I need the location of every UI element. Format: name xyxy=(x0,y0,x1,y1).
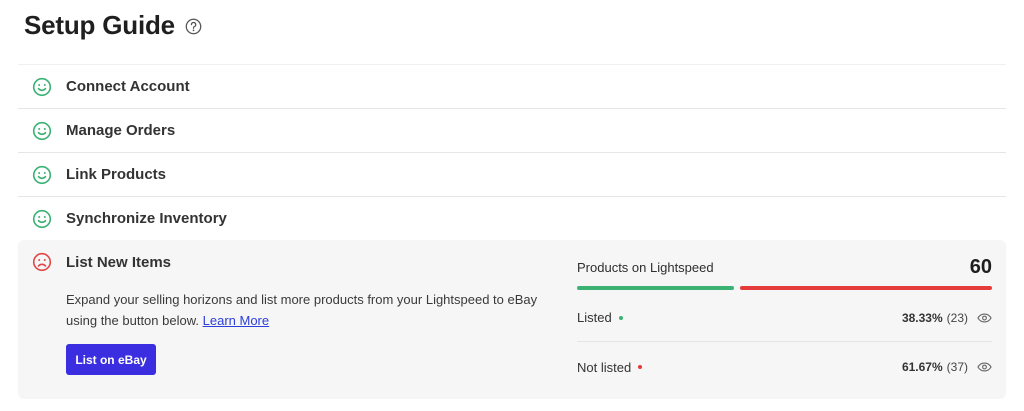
listed-progress-bar xyxy=(577,286,734,290)
list-on-ebay-button[interactable]: List on eBay xyxy=(66,344,156,375)
smile-face-icon xyxy=(32,165,52,184)
setup-steps-list: Connect Account Manage Orders Link Produ… xyxy=(18,64,1006,240)
stats-header: Products on Lightspeed 60 xyxy=(577,256,992,279)
smile-face-icon xyxy=(32,209,52,228)
page-title: Setup Guide xyxy=(24,9,175,40)
step-list-new-items-panel: List New Items Expand your selling horiz… xyxy=(18,240,1006,399)
stat-percent: 61.67% xyxy=(901,360,943,374)
learn-more-link[interactable]: Learn More xyxy=(203,313,269,328)
step-manage-orders[interactable]: Manage Orders xyxy=(18,108,1006,152)
step-label: Manage Orders xyxy=(66,122,176,139)
step-description: Expand your selling horizons and list mo… xyxy=(66,289,546,331)
step-connect-account[interactable]: Connect Account xyxy=(18,64,1006,108)
step-label: Link Products xyxy=(66,166,167,183)
step-link-products[interactable]: Link Products xyxy=(18,152,1006,196)
step-label: List New Items xyxy=(66,253,172,271)
step-label: Synchronize Inventory xyxy=(66,210,227,227)
stat-label: Listed xyxy=(577,310,612,325)
stat-label: Not listed xyxy=(577,359,632,375)
not-listed-progress-bar xyxy=(740,286,992,290)
stats-title: Products on Lightspeed xyxy=(577,260,714,275)
step-label: Connect Account xyxy=(66,78,190,95)
stat-row-not-listed: Not listed 61.67% (37) xyxy=(577,343,992,391)
description-text: Expand your selling horizons and list mo… xyxy=(66,292,538,328)
step-synchronize-inventory[interactable]: Synchronize Inventory xyxy=(18,196,1006,240)
stats-total: 60 xyxy=(969,256,992,278)
step-list-new-items[interactable]: List New Items xyxy=(18,252,171,272)
listed-status-dot xyxy=(618,315,623,320)
eye-icon[interactable] xyxy=(977,312,992,323)
stat-count: (37) xyxy=(946,360,968,374)
frown-face-icon xyxy=(32,252,52,272)
smile-face-icon xyxy=(32,77,52,96)
eye-icon[interactable] xyxy=(977,362,992,372)
not-listed-status-dot xyxy=(638,365,643,369)
stat-count: (23) xyxy=(946,310,968,325)
products-stats: Products on Lightspeed 60 Listed 38.33% … xyxy=(577,240,992,399)
help-icon[interactable] xyxy=(185,18,202,35)
page-header: Setup Guide xyxy=(24,8,202,42)
stat-percent: 38.33% xyxy=(901,310,943,325)
smile-face-icon xyxy=(32,121,52,140)
stat-row-listed: Listed 38.33% (23) xyxy=(577,294,992,342)
